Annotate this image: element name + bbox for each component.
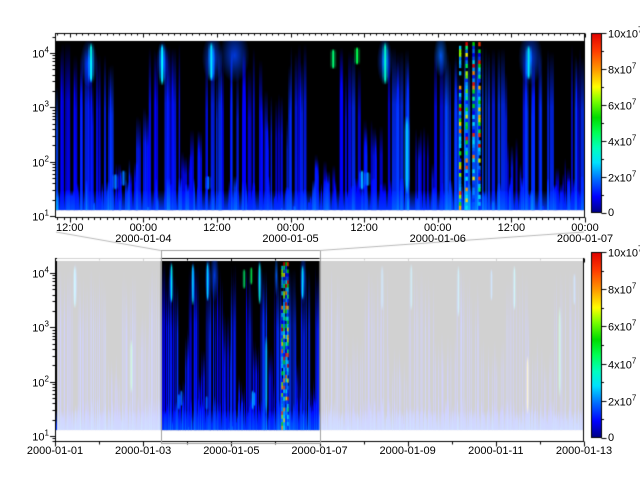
spectrogram-canvas[interactable] xyxy=(0,0,640,480)
spectrogram-figure: 10110210310410110210310412:0000:002000-0… xyxy=(0,0,640,480)
